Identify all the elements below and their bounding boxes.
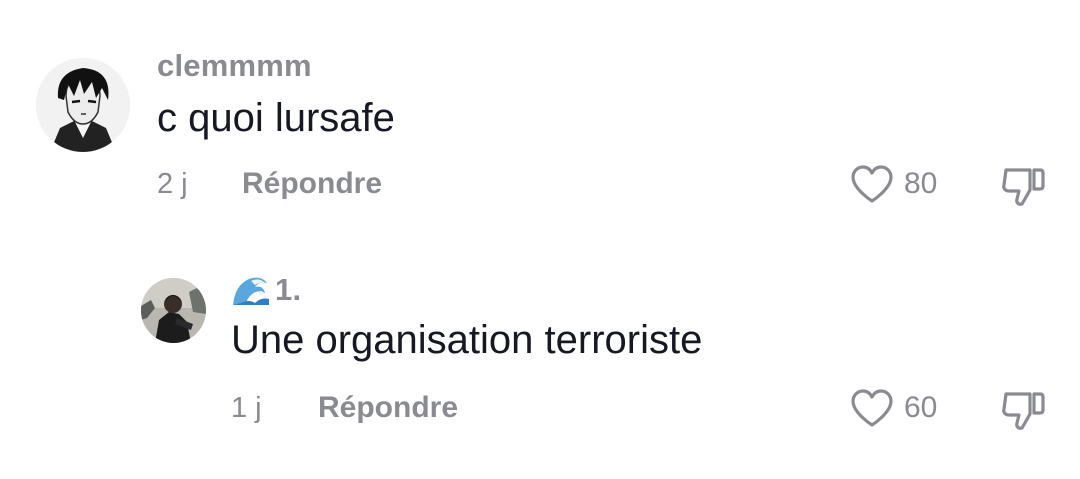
dislike-button[interactable]: [1000, 164, 1046, 208]
reply-button[interactable]: Répondre: [318, 391, 458, 425]
avatar[interactable]: [36, 58, 130, 152]
like-button[interactable]: 80: [850, 164, 937, 204]
reply-username-row[interactable]: 1.: [231, 272, 301, 308]
dislike-button[interactable]: [1000, 388, 1046, 432]
manga-character-avatar-icon: [36, 58, 130, 152]
comment-text: c quoi lursafe: [157, 96, 395, 140]
wave-emoji-icon: [231, 273, 271, 307]
heart-icon: [851, 165, 893, 203]
heart-icon: [851, 389, 893, 427]
comment-timestamp: 2 j: [157, 168, 188, 200]
thumbs-down-icon: [1002, 168, 1045, 206]
like-count: 60: [904, 391, 938, 424]
person-photo-avatar-icon: [141, 278, 206, 343]
thumbs-down-icon: [1002, 392, 1045, 430]
comment-username[interactable]: clemmmm: [157, 48, 312, 84]
like-count: 80: [904, 167, 938, 200]
reply-button[interactable]: Répondre: [242, 167, 382, 201]
reply-avatar[interactable]: [141, 278, 206, 343]
like-button[interactable]: 60: [850, 388, 937, 428]
reply-text: Une organisation terroriste: [231, 318, 703, 362]
reply-timestamp: 1 j: [231, 392, 262, 424]
reply-username[interactable]: 1.: [275, 272, 301, 308]
